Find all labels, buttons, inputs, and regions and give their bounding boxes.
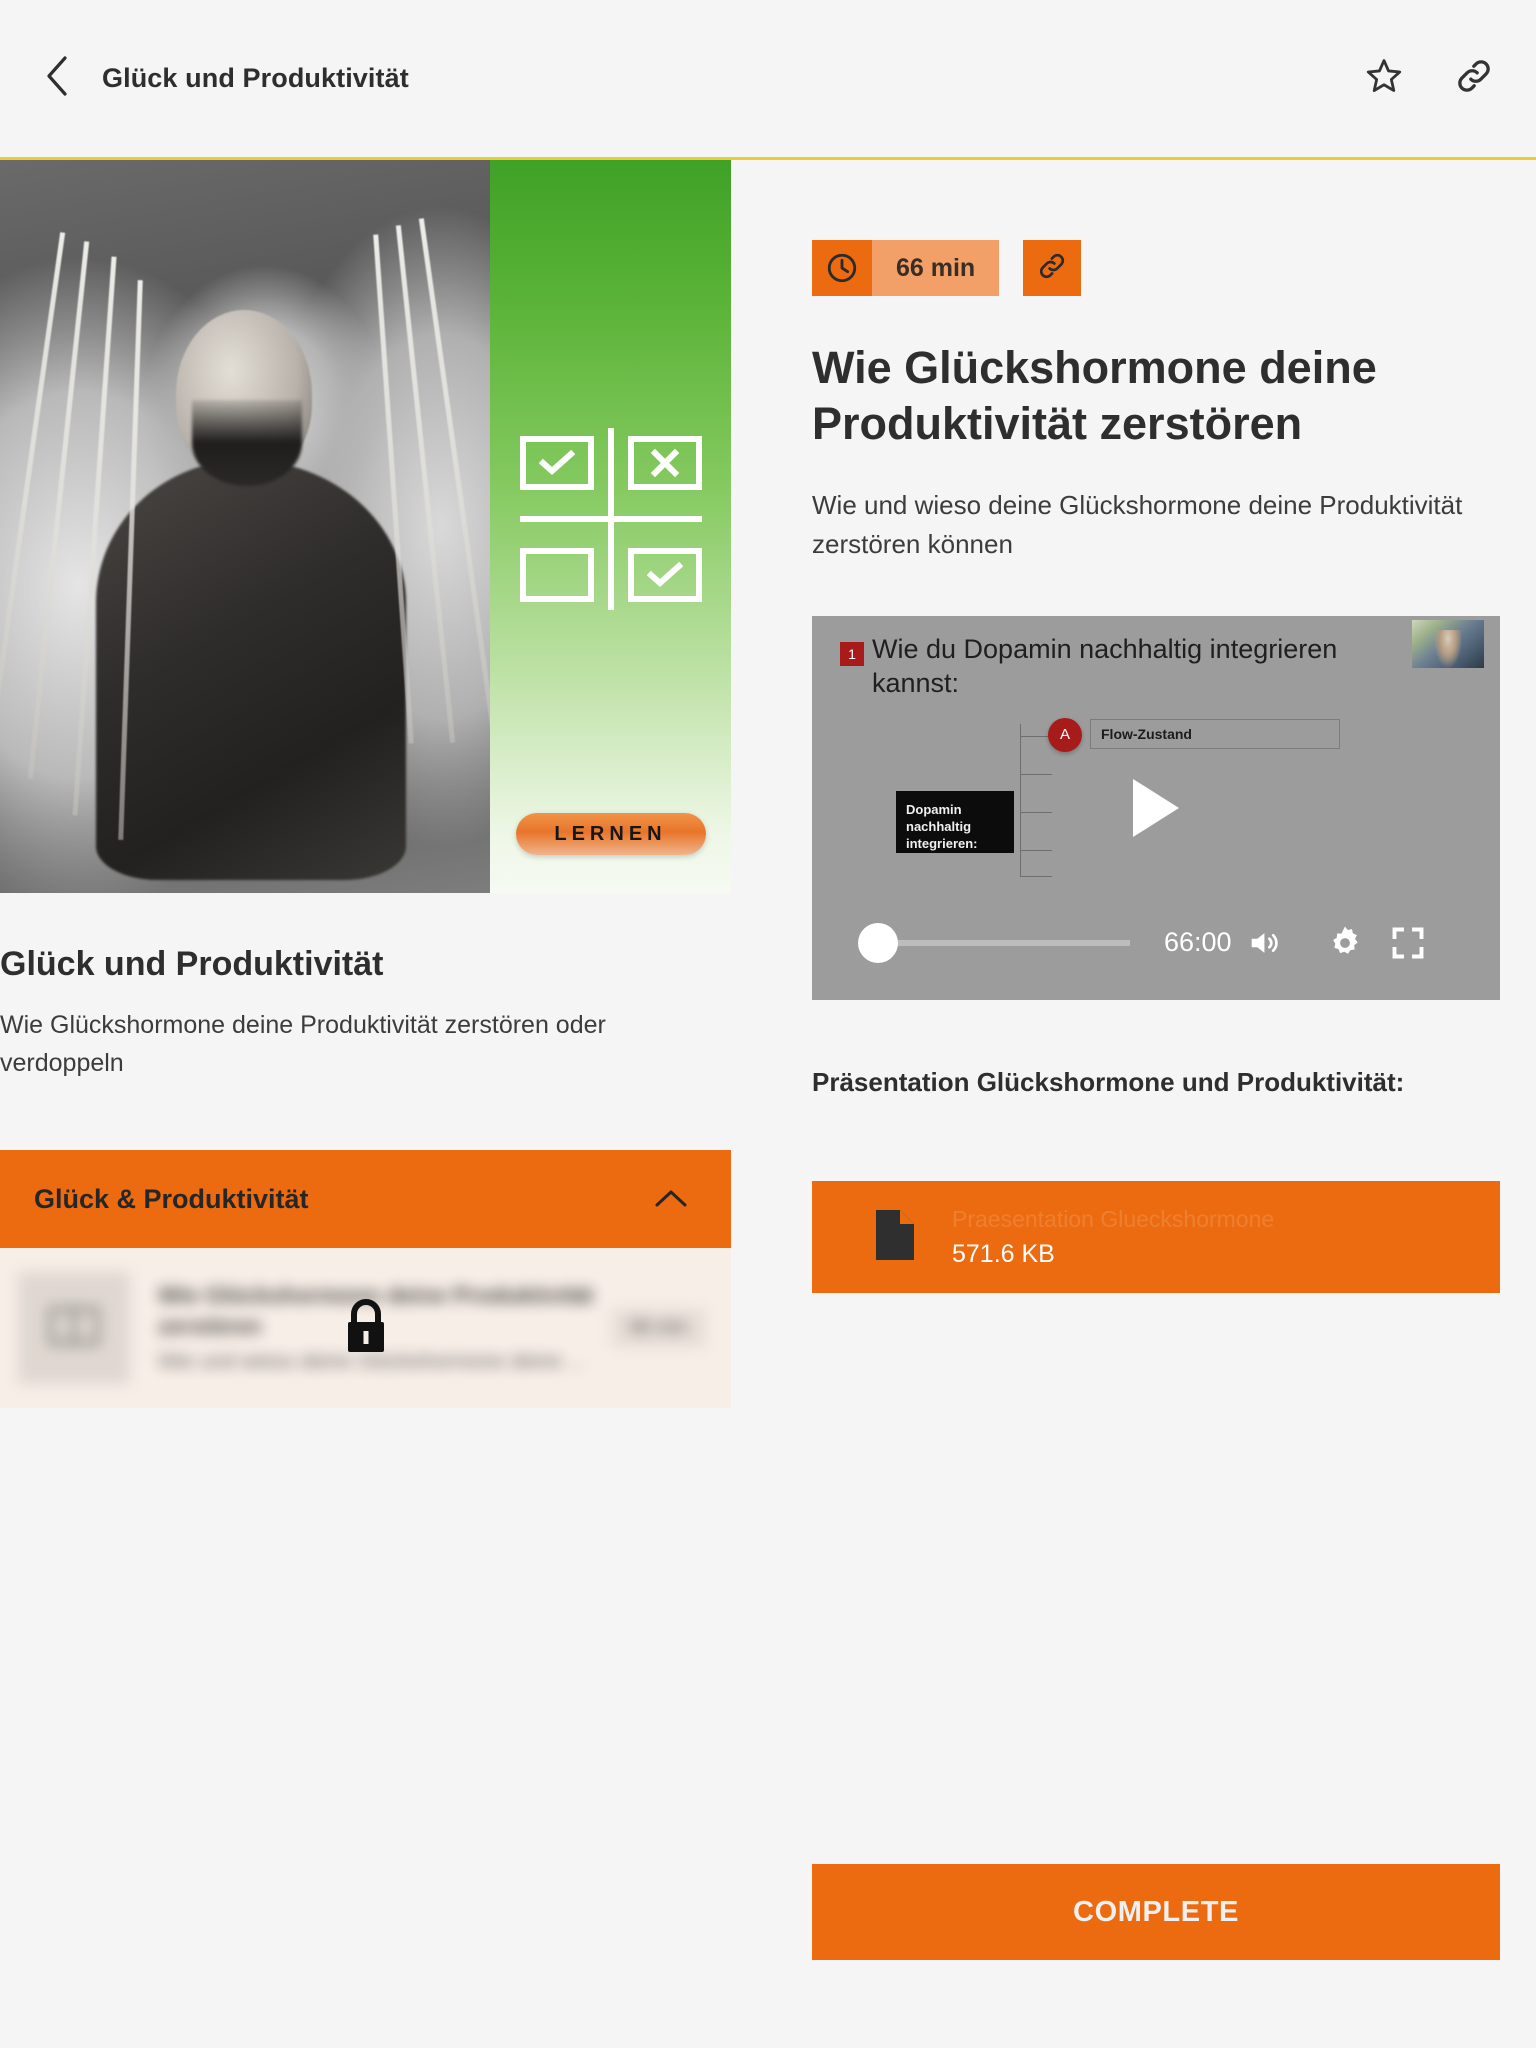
fullscreen-icon[interactable] <box>1390 925 1426 961</box>
attachment-filename: Praesentation Glueckshormone <box>952 1205 1275 1232</box>
course-title: Glück und Produktivität <box>0 945 384 983</box>
page-body: LERNEN Glück und Produktivität Wie Glück… <box>0 160 1536 2045</box>
slide-flow-node: A <box>1048 717 1082 752</box>
video-controls: 66:00 <box>812 922 1500 963</box>
course-cover-graphic: LERNEN <box>490 160 731 893</box>
lesson-item-duration: 66 min <box>611 1309 705 1347</box>
matrix-cell-cross <box>627 436 702 490</box>
page-title: Glück und Produktivität <box>102 63 409 93</box>
lesson-list-item[interactable]: Wie Glückshormone deine Produktivität ze… <box>0 1248 731 1408</box>
chevron-left-icon <box>44 55 70 102</box>
slide-tree-branch <box>1020 849 1052 851</box>
lesson-thumbnail <box>18 1272 130 1384</box>
lesson-item-title: Wie Glückshormone deine Produktivität ze… <box>158 1282 594 1339</box>
course-panel: LERNEN Glück und Produktivität Wie Glück… <box>0 160 731 1408</box>
photo-subject-beard <box>192 400 302 486</box>
share-link-button[interactable] <box>1452 57 1496 101</box>
slide-number-badge: 1 <box>840 641 864 666</box>
lesson-item-subtitle: Wie und wieso deine Glückshormone deine … <box>158 1349 586 1373</box>
matrix-horizontal-divider <box>519 516 702 522</box>
back-button[interactable] <box>34 56 80 102</box>
matrix-cell-empty <box>519 548 594 602</box>
volume-icon[interactable] <box>1244 926 1282 960</box>
lesson-list-item-content: Wie Glückshormone deine Produktivität ze… <box>18 1272 705 1384</box>
slide-tree-branch <box>1020 811 1052 813</box>
gear-icon[interactable] <box>1326 924 1364 962</box>
matrix-cell-check <box>627 548 702 602</box>
favorite-button[interactable] <box>1362 57 1406 101</box>
attachment-filesize: 571.6 KB <box>952 1239 1055 1268</box>
matrix-cell-check <box>519 436 594 490</box>
attachment-text-block: Praesentation Glueckshormone 571.6 KB <box>952 1206 1274 1269</box>
app-header: Glück und Produktivität <box>0 0 1536 160</box>
lernen-badge[interactable]: LERNEN <box>515 813 706 855</box>
section-accordion-label: Glück & Produktivität <box>34 1183 309 1214</box>
header-actions <box>1362 57 1496 101</box>
video-time-label: 66:00 <box>1164 927 1232 958</box>
lesson-share-button[interactable] <box>1023 240 1082 296</box>
photo-subject-body <box>96 460 406 880</box>
section-accordion-header[interactable]: Glück & Produktivität <box>0 1150 731 1248</box>
star-icon <box>1363 55 1405 102</box>
video-progress-handle[interactable] <box>858 922 898 963</box>
slide-tree-branch <box>1020 773 1052 775</box>
slide-tree-branch <box>1020 875 1052 877</box>
link-icon <box>1453 55 1495 102</box>
course-description: Wie Glückshormone deine Produktivität ze… <box>0 1011 606 1077</box>
lesson-meta-row: 66 min <box>812 240 1500 296</box>
clock-icon <box>812 240 872 296</box>
lesson-text-block: Wie Glückshormone deine Produktivität ze… <box>158 1280 594 1376</box>
book-icon <box>47 1304 101 1353</box>
lesson-duration-badge: 66 min <box>812 240 1000 296</box>
attachment-heading: Präsentation Glückshormone und Produktiv… <box>812 1066 1405 1097</box>
course-cover-photo <box>0 160 490 893</box>
slide-flow-box: Flow-Zustand <box>1090 718 1340 749</box>
attachment-download-button[interactable]: Praesentation Glueckshormone 571.6 KB <box>812 1181 1500 1294</box>
slide-title: Wie du Dopamin nachhaltig integrieren ka… <box>872 633 1338 699</box>
video-player[interactable]: 1 Wie du Dopamin nachhaltig integrieren … <box>812 615 1500 1000</box>
chevron-up-icon[interactable] <box>651 1179 691 1219</box>
slide-dark-box: Dopamin nachhaltig integrieren: <box>896 790 1014 853</box>
lesson-duration-label: 66 min <box>872 240 1000 296</box>
play-icon[interactable] <box>1133 778 1179 837</box>
lesson-title: Wie Glückshormone deine Produktivität ze… <box>812 342 1377 449</box>
course-cover: LERNEN <box>0 160 731 893</box>
presenter-webcam-overlay <box>1412 619 1484 668</box>
eisenhower-matrix-icon <box>519 428 702 610</box>
video-progress-slider[interactable] <box>858 922 1130 963</box>
complete-button[interactable]: COMPLETE <box>812 1864 1500 1960</box>
lesson-summary: Wie und wieso deine Glückshormone deine … <box>812 489 1463 559</box>
lesson-panel: 66 min Wie Glückshormone deine Produktiv… <box>812 160 1500 1294</box>
document-icon <box>872 1208 916 1267</box>
link-icon <box>1036 250 1068 287</box>
slide-tree-trunk <box>1020 723 1021 876</box>
